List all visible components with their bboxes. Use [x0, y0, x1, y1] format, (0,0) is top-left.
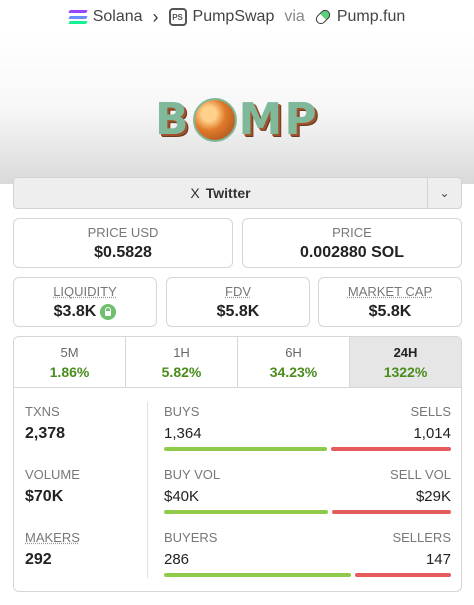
- liquidity-label: LIQUIDITY: [53, 283, 117, 299]
- sells-value: 1,014: [413, 425, 451, 442]
- tab-label: 1H: [173, 344, 190, 360]
- breadcrumb: Solana › PS PumpSwap via Pump.fun: [0, 0, 474, 34]
- twitter-label: Twitter: [205, 185, 251, 201]
- chevron-right-icon: ›: [152, 6, 159, 27]
- buys-value: 1,364: [164, 425, 202, 442]
- price-native-card: PRICE 0.002880 SOL: [242, 218, 462, 268]
- sells-bar-fill: [330, 447, 451, 451]
- volume-value: $70K: [25, 488, 64, 505]
- buy-vol-value: $40K: [164, 488, 200, 505]
- breadcrumb-dex[interactable]: PumpSwap: [193, 8, 275, 26]
- sellers-label: SELLERS: [392, 530, 451, 545]
- timeframe-tabs: 5M 1.86% 1H 5.82% 6H 34.23% 24H 1322%: [13, 336, 462, 388]
- price-usd-card: PRICE USD $0.5828: [13, 218, 233, 268]
- pill-icon: [313, 7, 333, 27]
- buyers-bar-fill: [164, 573, 352, 577]
- stats-divider: [147, 402, 148, 578]
- tab-1h[interactable]: 1H 5.82%: [126, 337, 238, 387]
- txns-stat: TXNS 2,378: [25, 404, 65, 443]
- price-native-label: PRICE: [332, 224, 372, 240]
- solana-icon: [68, 10, 88, 24]
- tab-change: 1322%: [383, 363, 428, 380]
- txns-label: TXNS: [25, 404, 60, 419]
- price-usd-value: $0.5828: [94, 243, 152, 261]
- tab-label: 24H: [393, 344, 418, 360]
- tab-label: 5M: [60, 344, 79, 360]
- buys-bar-fill: [164, 447, 327, 451]
- twitter-button[interactable]: X Twitter: [14, 178, 427, 208]
- buys-label: BUYS: [164, 404, 200, 419]
- tab-change: 34.23%: [269, 363, 318, 380]
- price-usd-label: PRICE USD: [87, 224, 159, 240]
- buyers-value: 286: [164, 551, 190, 568]
- lock-icon: [100, 303, 117, 320]
- x-logo-icon: X: [190, 185, 200, 201]
- breadcrumb-launchpad[interactable]: Pump.fun: [337, 8, 405, 26]
- tab-label: 6H: [285, 344, 302, 360]
- market-cap-label: MARKET CAP: [347, 283, 433, 299]
- breadcrumb-via: via: [284, 8, 305, 25]
- sells-label: SELLS: [410, 404, 451, 419]
- pumpswap-icon: PS: [168, 8, 187, 26]
- liquidity-value-wrap: $3.8K: [54, 303, 117, 321]
- fdv-card[interactable]: FDV $5.8K: [166, 277, 310, 327]
- sell-vol-bar-fill: [332, 510, 451, 514]
- trade-stats-panel: TXNS 2,378 VOLUME $70K MAKERS 292 BUYS SE…: [13, 388, 462, 592]
- sellers-value: 147: [425, 551, 451, 568]
- fdv-value: $5.8K: [216, 302, 260, 320]
- tab-5m[interactable]: 5M 1.86%: [14, 337, 126, 387]
- buy-vol-label: BUY VOL: [164, 467, 221, 482]
- buy-vol-bar-fill: [164, 510, 329, 514]
- token-banner: B MP: [0, 34, 474, 184]
- market-cap-card[interactable]: MARKET CAP $5.8K: [318, 277, 462, 327]
- volume-bar: [164, 510, 451, 514]
- tab-24h[interactable]: 24H 1322%: [350, 337, 461, 387]
- liquidity-card[interactable]: LIQUIDITY $3.8K: [13, 277, 157, 327]
- buyers-sellers-stat: BUYERS SELLERS 286 147: [164, 530, 451, 577]
- makers-stat: MAKERS 292: [25, 530, 80, 569]
- makers-label: MAKERS: [25, 530, 80, 545]
- market-cap-value: $5.8K: [368, 302, 412, 320]
- sellers-bar-fill: [355, 573, 451, 577]
- tab-6h[interactable]: 6H 34.23%: [238, 337, 350, 387]
- liquidity-value: $3.8K: [53, 302, 97, 320]
- buy-sell-volume-stat: BUY VOL SELL VOL $40K $29K: [164, 467, 451, 514]
- logo-text-left: B: [155, 94, 191, 145]
- buyers-bar: [164, 573, 451, 577]
- sell-vol-value: $29K: [415, 488, 451, 505]
- makers-value: 292: [25, 551, 52, 568]
- logo-text-right: MP: [238, 94, 319, 145]
- tab-change: 1.86%: [49, 363, 90, 380]
- social-links-bar: X Twitter ⌄: [13, 177, 462, 209]
- txns-value: 2,378: [25, 425, 66, 442]
- tab-change: 5.82%: [161, 363, 202, 380]
- token-logo: B MP: [155, 94, 319, 145]
- buys-sells-bar: [164, 447, 451, 451]
- sell-vol-label: SELL VOL: [390, 467, 451, 482]
- volume-label: VOLUME: [25, 467, 80, 482]
- volume-stat: VOLUME $70K: [25, 467, 80, 506]
- fdv-label: FDV: [225, 283, 251, 299]
- chevron-down-icon[interactable]: ⌄: [427, 178, 461, 208]
- breadcrumb-chain[interactable]: Solana: [93, 8, 143, 26]
- buys-sells-stat: BUYS SELLS 1,364 1,014: [164, 404, 451, 451]
- yin-yang-orb-icon: [192, 97, 237, 142]
- buyers-label: BUYERS: [164, 530, 218, 545]
- price-native-value: 0.002880 SOL: [299, 243, 405, 261]
